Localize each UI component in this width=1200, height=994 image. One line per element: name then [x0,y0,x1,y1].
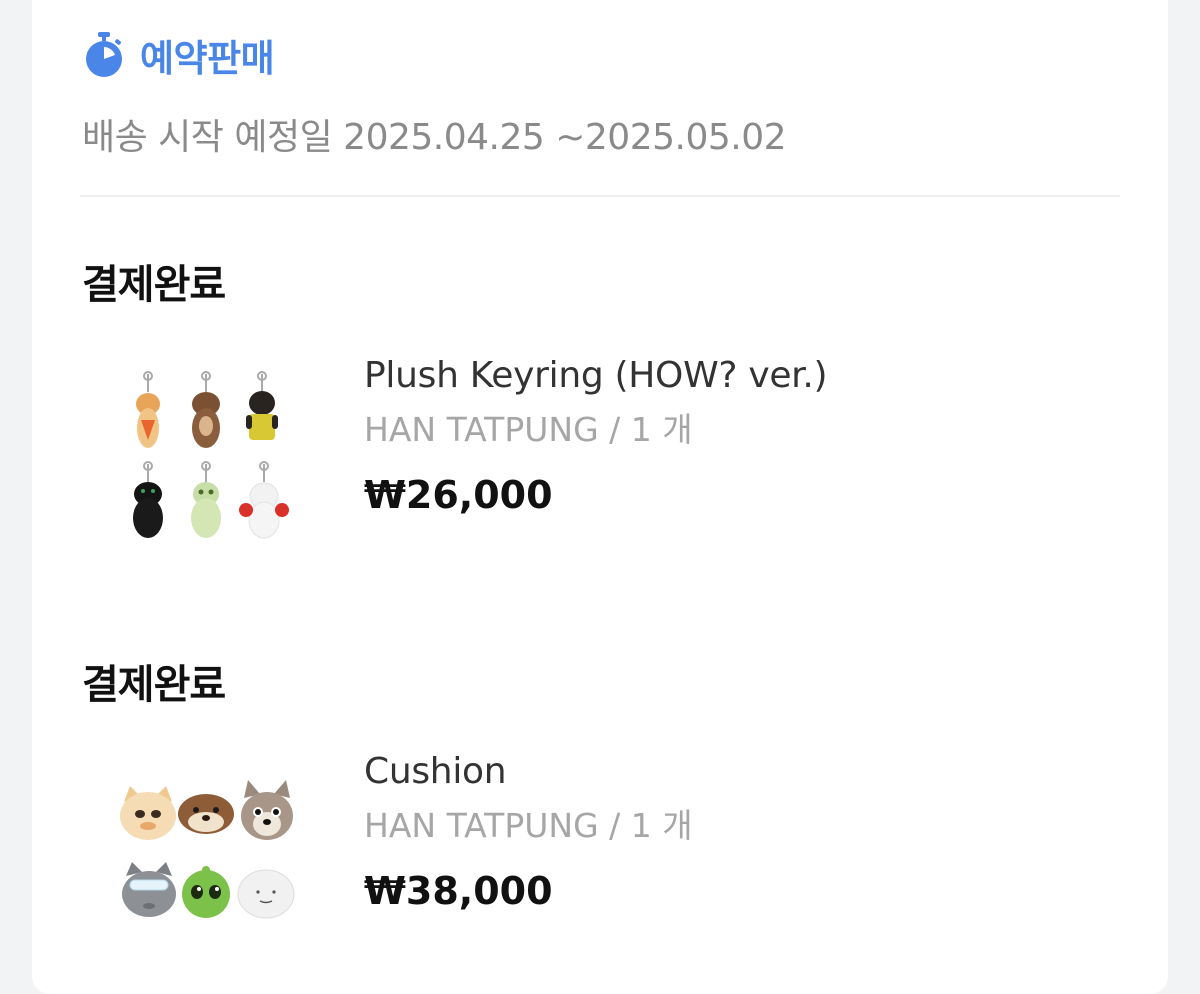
cushion-set-image [120,780,295,919]
plush-keyring-set-image [133,371,289,539]
stopwatch-icon [86,32,122,77]
product-price: ₩38,000 [364,869,553,913]
presale-label: 예약판매 [140,37,275,80]
product-name[interactable]: Plush Keyring (HOW? ver.) [364,354,828,398]
divider [80,195,1120,197]
order-card: 예약판매 배송 시작 예정일 2025.04.25 ~2025.05.02 결제… [32,0,1168,994]
order-status: 결제완료 [82,662,226,708]
order-item-info: Plush Keyring (HOW? ver.) HAN TATPUNG / … [364,354,828,518]
product-thumbnail-cushion[interactable] [116,768,316,958]
shipping-date-text: 배송 시작 예정일 2025.04.25 ~2025.05.02 [82,117,787,158]
product-option: HAN TATPUNG / 1 개 [364,806,693,845]
product-option: HAN TATPUNG / 1 개 [364,410,693,449]
order-item-info: Cushion HAN TATPUNG / 1 개 ₩38,000 [364,750,693,914]
product-thumbnail-keyring[interactable] [116,370,316,560]
order-status: 결제완료 [82,262,226,308]
presale-header: 예약판매 [82,28,275,82]
product-name[interactable]: Cushion [364,750,693,794]
product-price: ₩26,000 [364,473,553,517]
